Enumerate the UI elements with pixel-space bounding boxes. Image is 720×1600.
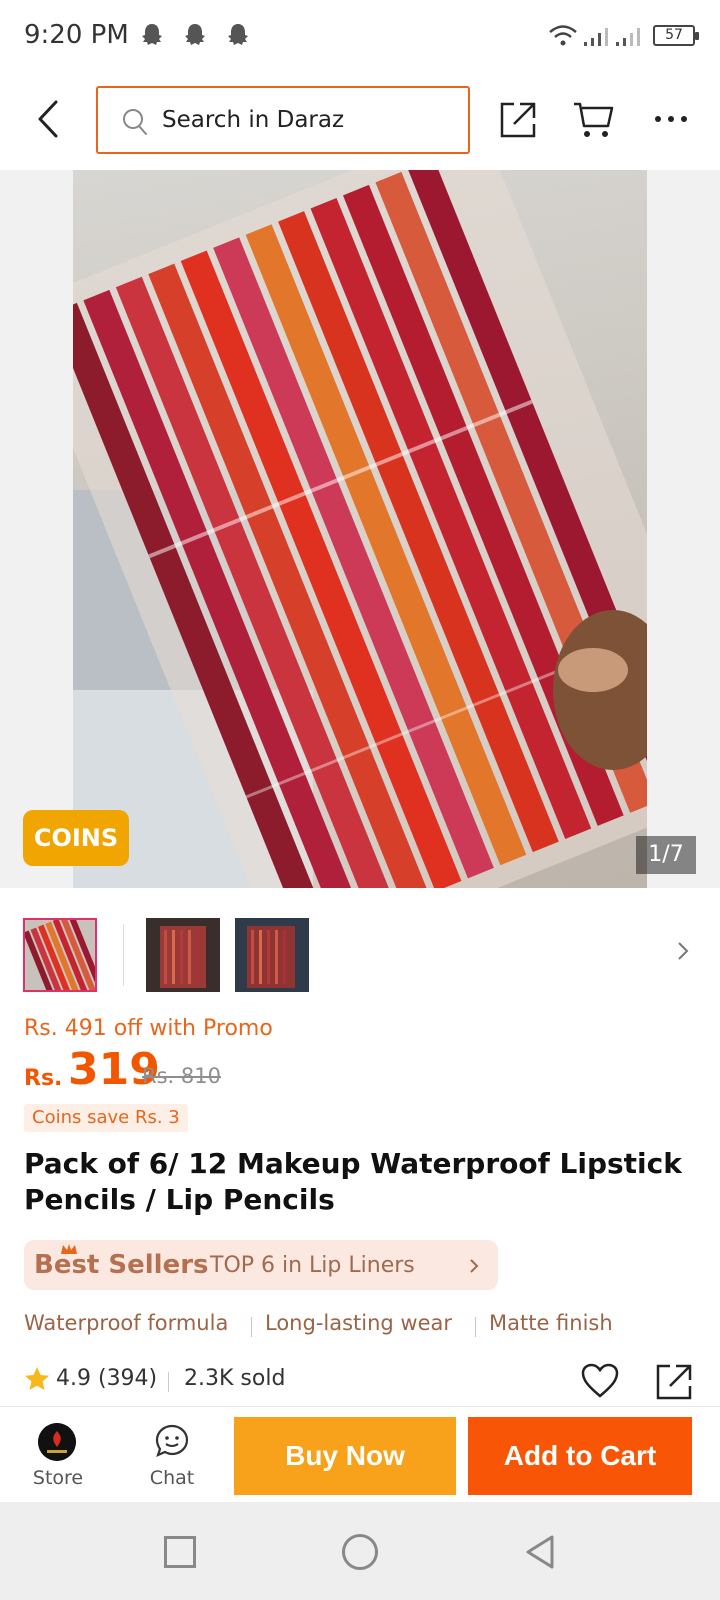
- star-icon: [25, 1367, 49, 1390]
- thumbnail-1[interactable]: [23, 918, 97, 992]
- heart-icon[interactable]: [580, 1362, 620, 1400]
- snapchat-icon: [228, 24, 248, 45]
- product-detail-page: 9:20 PM 57 Search in Daraz COINS 1/7 Rs.…: [0, 0, 720, 1600]
- rating-row[interactable]: 4.9 (394) 2.3K sold: [24, 1362, 704, 1402]
- search-icon: [123, 109, 147, 135]
- price-currency: Rs.: [24, 1066, 63, 1091]
- battery-indicator: 57: [653, 25, 699, 46]
- store-label: Store: [32, 1467, 84, 1489]
- bottom-action-bar: Store Chat Buy Now Add to Cart: [0, 1406, 720, 1502]
- original-price: Rs. 810: [142, 1064, 221, 1088]
- wifi-icon: [549, 25, 577, 46]
- status-time: 9:20 PM: [24, 20, 129, 50]
- thumbnail-2[interactable]: [146, 918, 220, 992]
- product-title: Pack of 6/ 12 Makeup Waterproof Lipstick…: [24, 1147, 682, 1216]
- promo-text: Rs. 491 off with Promo: [24, 1016, 273, 1041]
- snapchat-icon: [185, 24, 205, 45]
- store-avatar: [38, 1423, 76, 1461]
- back-triangle-icon[interactable]: [524, 1534, 556, 1570]
- top-nav: Search in Daraz: [0, 72, 720, 170]
- signal-icon: [584, 28, 608, 46]
- buy-now-button[interactable]: Buy Now: [234, 1417, 456, 1495]
- home-square-icon[interactable]: [164, 1536, 196, 1568]
- thumbnail-divider: [123, 924, 124, 986]
- feature-divider: [251, 1317, 252, 1337]
- search-input[interactable]: Search in Daraz: [96, 86, 470, 154]
- signal-icon: [616, 28, 640, 46]
- home-circle-icon[interactable]: [342, 1534, 378, 1570]
- crown-icon: [61, 1244, 77, 1254]
- status-bar: 9:20 PM 57: [0, 0, 720, 72]
- best-sellers-rank: TOP 6 in Lip Liners: [210, 1253, 415, 1278]
- feature-tags: Waterproof formula Long-lasting wear Mat…: [24, 1311, 704, 1343]
- product-photo: [73, 170, 647, 888]
- system-navigation-bar: [0, 1502, 720, 1600]
- thumbnail-strip: [0, 906, 720, 994]
- coins-save-badge: Coins save Rs. 3: [24, 1104, 188, 1132]
- chat-button[interactable]: Chat: [132, 1415, 212, 1495]
- product-image-carousel[interactable]: COINS 1/7: [0, 170, 720, 888]
- feature-tag: Long-lasting wear: [265, 1311, 453, 1335]
- share-icon[interactable]: [654, 1362, 694, 1402]
- rating-value: 4.9 (394): [56, 1366, 158, 1391]
- feature-tag: Matte finish: [489, 1311, 613, 1335]
- best-sellers-banner[interactable]: Best Sellers TOP 6 in Lip Liners: [24, 1240, 498, 1290]
- sold-count: 2.3K sold: [184, 1366, 286, 1391]
- coins-badge: COINS: [23, 810, 129, 866]
- chevron-right-icon: [470, 1259, 479, 1273]
- rating-divider: [168, 1372, 169, 1392]
- image-page-indicator: 1/7: [636, 836, 696, 874]
- add-to-cart-button[interactable]: Add to Cart: [468, 1417, 692, 1495]
- store-button[interactable]: Store: [18, 1415, 98, 1495]
- feature-divider: [475, 1317, 476, 1337]
- share-icon[interactable]: [498, 100, 538, 140]
- more-icon[interactable]: [654, 114, 688, 124]
- cart-icon[interactable]: [572, 100, 614, 140]
- feature-tag: Waterproof formula: [24, 1311, 229, 1335]
- thumbnail-3[interactable]: [235, 918, 309, 992]
- search-placeholder: Search in Daraz: [162, 107, 345, 133]
- back-arrow-icon[interactable]: [30, 94, 70, 144]
- snapchat-icon: [142, 24, 162, 45]
- price-row: Rs. 319 Rs. 810: [24, 1044, 524, 1100]
- chevron-right-icon[interactable]: [676, 940, 690, 962]
- chat-icon: [155, 1424, 189, 1457]
- chat-label: Chat: [149, 1467, 195, 1489]
